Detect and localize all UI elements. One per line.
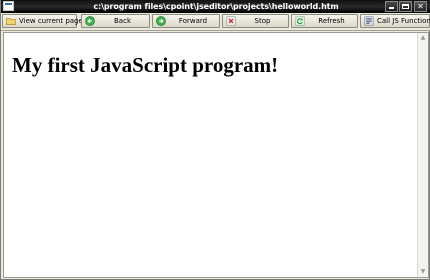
title-bar[interactable]: c:\program files\cpoint\jseditor\project… xyxy=(1,0,430,13)
stop-button[interactable]: Stop xyxy=(222,14,289,28)
minimize-button[interactable] xyxy=(385,1,398,12)
toolbar: View current page Back Forward Stop Refr… xyxy=(1,13,430,31)
page-view[interactable]: My first JavaScript program! ▲ ▼ xyxy=(3,32,429,278)
function-icon xyxy=(364,16,374,26)
maximize-icon xyxy=(402,4,409,9)
forward-button[interactable]: Forward xyxy=(152,14,220,28)
refresh-button[interactable]: Refresh xyxy=(291,14,358,28)
stop-label: Stop xyxy=(254,17,271,25)
minimize-icon xyxy=(389,7,394,9)
scroll-up-icon[interactable]: ▲ xyxy=(418,33,428,43)
app-window: c:\program files\cpoint\jseditor\project… xyxy=(0,0,430,280)
folder-icon xyxy=(6,18,16,25)
back-button[interactable]: Back xyxy=(81,14,150,28)
call-js-function-label: Call JS Function xyxy=(377,17,430,25)
back-label: Back xyxy=(114,17,131,25)
forward-arrow-icon xyxy=(156,16,166,26)
page-heading: My first JavaScript program! xyxy=(12,53,279,77)
refresh-icon xyxy=(295,16,305,26)
forward-label: Forward xyxy=(178,17,208,25)
call-js-function-button[interactable]: Call JS Function xyxy=(360,14,430,28)
scroll-down-icon[interactable]: ▼ xyxy=(418,267,428,277)
stop-icon xyxy=(226,16,236,26)
close-icon: ✕ xyxy=(417,2,424,11)
maximize-button[interactable] xyxy=(399,1,412,12)
back-arrow-icon xyxy=(85,16,95,26)
vertical-scrollbar[interactable]: ▲ ▼ xyxy=(417,33,428,277)
close-button[interactable]: ✕ xyxy=(414,1,427,12)
view-current-page-label: View current page xyxy=(19,17,83,25)
refresh-label: Refresh xyxy=(318,17,345,25)
view-current-page-button[interactable]: View current page xyxy=(2,14,83,28)
window-title: c:\program files\cpoint\jseditor\project… xyxy=(93,2,339,11)
